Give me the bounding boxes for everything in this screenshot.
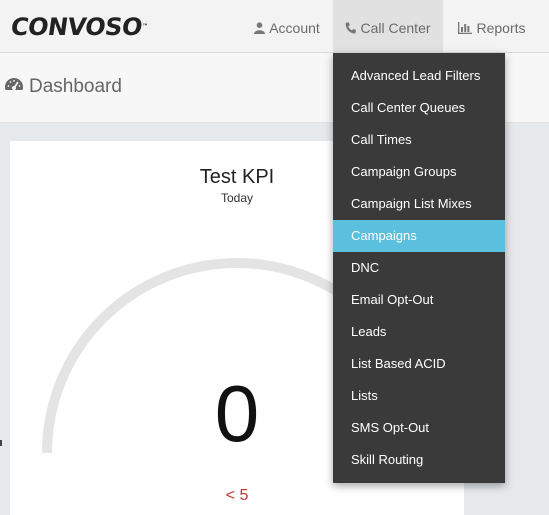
dashboard-gauge-icon bbox=[4, 77, 24, 102]
convoso-logo[interactable]: CONVOSO™ bbox=[9, 13, 150, 41]
nav-account[interactable]: Account bbox=[244, 0, 330, 52]
page-title-text: Dashboard bbox=[29, 76, 122, 97]
edge-marker bbox=[0, 440, 2, 446]
call-center-dropdown-menu: Advanced Lead Filters Call Center Queues C… bbox=[333, 53, 505, 483]
logo-trademark: ™ bbox=[141, 23, 149, 30]
nav-account-label: Account bbox=[269, 20, 320, 36]
dropdown-item-campaigns[interactable]: Campaigns bbox=[333, 220, 505, 252]
top-navbar: CONVOSO™ Account Call Center Reports bbox=[0, 0, 549, 53]
dropdown-item-advanced-lead-filters[interactable]: Advanced Lead Filters bbox=[333, 60, 505, 92]
page-title: Dashboard bbox=[4, 75, 122, 102]
dropdown-item-sms-opt-out[interactable]: SMS Opt-Out bbox=[333, 412, 505, 444]
dropdown-item-campaign-list-mixes[interactable]: Campaign List Mixes bbox=[333, 188, 505, 220]
nav-reports[interactable]: Reports bbox=[446, 0, 538, 52]
dropdown-item-list-based-acid[interactable]: List Based ACID bbox=[333, 348, 505, 380]
user-icon bbox=[254, 1, 266, 57]
phone-icon bbox=[345, 1, 357, 57]
nav-reports-label: Reports bbox=[476, 20, 526, 36]
dropdown-item-call-center-queues[interactable]: Call Center Queues bbox=[333, 92, 505, 124]
dropdown-item-call-times[interactable]: Call Times bbox=[333, 124, 505, 156]
nav-call-center-label: Call Center bbox=[360, 20, 431, 36]
dropdown-item-leads[interactable]: Leads bbox=[333, 316, 505, 348]
dropdown-item-dnc[interactable]: DNC bbox=[333, 252, 505, 284]
nav-call-center[interactable]: Call Center bbox=[333, 0, 443, 52]
logo-text: CONVOSO bbox=[9, 13, 144, 41]
dropdown-item-email-opt-out[interactable]: Email Opt-Out bbox=[333, 284, 505, 316]
kpi-target: < 5 bbox=[225, 487, 249, 504]
dropdown-item-campaign-groups[interactable]: Campaign Groups bbox=[333, 156, 505, 188]
dropdown-item-lists[interactable]: Lists bbox=[333, 380, 505, 412]
dropdown-item-skill-routing[interactable]: Skill Routing bbox=[333, 444, 505, 476]
bar-chart-icon bbox=[458, 1, 473, 57]
